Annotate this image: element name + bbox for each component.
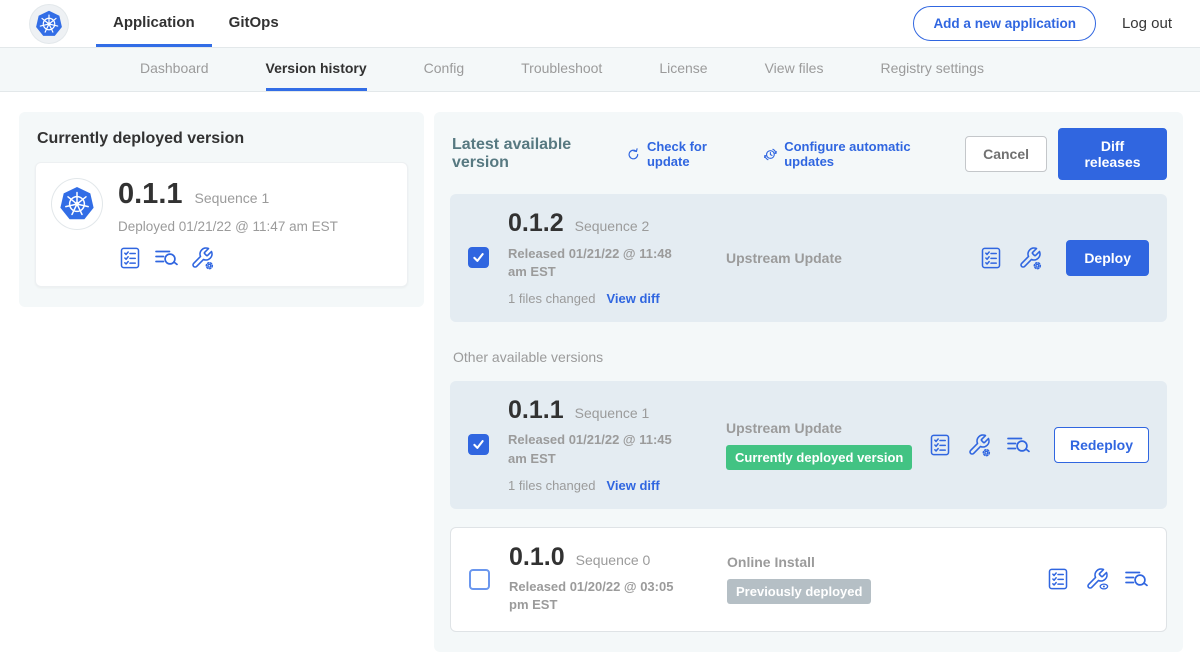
version-row-0-1-2: 0.1.2 Sequence 2 Released 01/21/22 @ 11:…	[450, 194, 1167, 322]
subnav-tab-dashboard[interactable]: Dashboard	[140, 48, 209, 91]
auto-update-clock-icon	[763, 146, 778, 163]
subnav-tab-view-files[interactable]: View files	[765, 48, 824, 91]
topnav-spacer	[296, 0, 914, 47]
other-versions-label: Other available versions	[453, 349, 1167, 365]
preflight-checks-icon[interactable]	[118, 246, 142, 270]
version-source-label: Online Install	[727, 554, 1046, 570]
currently-deployed-panel: Currently deployed version 0.1.1 Sequenc…	[19, 112, 424, 307]
add-application-button[interactable]: Add a new application	[913, 6, 1096, 41]
tab-application[interactable]: Application	[96, 0, 212, 47]
deployed-timestamp: Deployed 01/21/22 @ 11:47 am EST	[118, 219, 338, 234]
app-logo	[30, 5, 68, 43]
view-diff-link[interactable]: View diff	[606, 478, 659, 493]
deployed-version-card: 0.1.1 Sequence 1 Deployed 01/21/22 @ 11:…	[35, 162, 408, 287]
subnav-tab-config[interactable]: Config	[424, 48, 464, 91]
main-content: Currently deployed version 0.1.1 Sequenc…	[0, 92, 1200, 652]
preflight-checks-icon[interactable]	[979, 246, 1003, 270]
deployed-version-number: 0.1.1	[118, 179, 183, 211]
version-checkbox[interactable]	[468, 434, 489, 455]
check-icon	[471, 437, 486, 452]
version-row-0-1-0: 0.1.0 Sequence 0 Released 01/20/22 @ 03:…	[450, 527, 1167, 632]
check-icon	[471, 250, 486, 265]
sub-nav: Dashboard Version history Config Trouble…	[0, 47, 1200, 92]
version-row-0-1-1: 0.1.1 Sequence 1 Released 01/21/22 @ 11:…	[450, 381, 1167, 509]
configure-auto-updates-link[interactable]: Configure automatic updates	[763, 139, 941, 169]
version-number: 0.1.2	[508, 210, 564, 238]
version-source-label: Upstream Update	[726, 250, 979, 266]
subnav-tab-registry-settings[interactable]: Registry settings	[880, 48, 983, 91]
deploy-logs-icon[interactable]	[1006, 433, 1030, 457]
version-number: 0.1.0	[509, 544, 565, 572]
subnav-tab-troubleshoot[interactable]: Troubleshoot	[521, 48, 602, 91]
refresh-icon	[626, 146, 641, 163]
row-spacer	[450, 509, 1167, 527]
files-changed-label: 1 files changed	[508, 478, 595, 493]
version-source-label: Upstream Update	[726, 420, 928, 436]
redeploy-button[interactable]: Redeploy	[1054, 427, 1149, 463]
files-changed-label: 1 files changed	[508, 291, 595, 306]
tab-gitops[interactable]: GitOps	[212, 0, 296, 47]
subnav-tab-version-history[interactable]: Version history	[266, 48, 367, 91]
deploy-button[interactable]: Deploy	[1066, 240, 1149, 276]
version-number: 0.1.1	[508, 397, 564, 425]
logout-button[interactable]: Log out	[1122, 15, 1172, 32]
view-config-icon[interactable]	[1085, 567, 1109, 591]
currently-deployed-badge: Currently deployed version	[726, 445, 912, 470]
edit-config-icon[interactable]	[1018, 246, 1042, 270]
edit-config-icon[interactable]	[190, 246, 214, 270]
released-timestamp: Released 01/20/22 @ 03:05 pm EST	[509, 578, 695, 614]
check-for-update-link[interactable]: Check for update	[626, 139, 739, 169]
deployed-panel-title: Currently deployed version	[37, 130, 408, 148]
deploy-logs-icon[interactable]	[154, 246, 178, 270]
available-panel-title: Latest available version	[452, 136, 610, 172]
available-versions-panel: Latest available version Check for updat…	[434, 112, 1183, 652]
subnav-tab-license[interactable]: License	[659, 48, 707, 91]
view-diff-link[interactable]: View diff	[606, 291, 659, 306]
top-nav: Application GitOps Add a new application…	[0, 0, 1200, 47]
preflight-checks-icon[interactable]	[928, 433, 952, 457]
released-timestamp: Released 01/21/22 @ 11:48 am EST	[508, 245, 694, 281]
sequence-label: Sequence 1	[575, 405, 650, 421]
kubernetes-icon	[35, 10, 63, 38]
version-checkbox[interactable]	[469, 569, 490, 590]
deployed-sequence-label: Sequence 1	[195, 190, 270, 206]
sequence-label: Sequence 2	[575, 218, 650, 234]
diff-releases-button[interactable]: Diff releases	[1058, 128, 1167, 180]
preflight-checks-icon[interactable]	[1046, 567, 1070, 591]
cancel-button[interactable]: Cancel	[965, 136, 1047, 172]
released-timestamp: Released 01/21/22 @ 11:45 am EST	[508, 431, 694, 467]
edit-config-icon[interactable]	[967, 433, 991, 457]
deploy-logs-icon[interactable]	[1124, 567, 1148, 591]
sequence-label: Sequence 0	[576, 552, 651, 568]
kubernetes-icon	[59, 186, 95, 222]
deployed-app-logo	[52, 179, 102, 229]
available-header: Latest available version Check for updat…	[450, 128, 1167, 180]
previously-deployed-badge: Previously deployed	[727, 579, 871, 604]
version-checkbox[interactable]	[468, 247, 489, 268]
